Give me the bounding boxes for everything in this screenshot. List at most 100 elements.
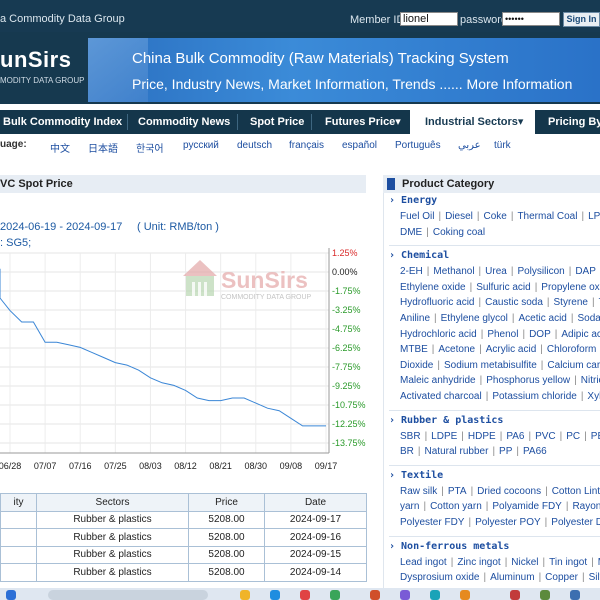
app-icon[interactable] [300, 590, 310, 600]
app-icon[interactable] [430, 590, 440, 600]
member-id-input[interactable] [400, 12, 458, 26]
category-item-link[interactable]: PA6 [506, 431, 524, 442]
category-item-link[interactable]: Coke [483, 211, 506, 222]
category-item-link[interactable]: PC [566, 431, 580, 442]
app-icon[interactable] [370, 590, 380, 600]
app-icon[interactable] [510, 590, 520, 600]
category-item-link[interactable]: Thermal Coal [517, 211, 577, 222]
category-item-link[interactable]: yarn [400, 501, 419, 512]
category-item-link[interactable]: Dysprosium oxide [400, 572, 479, 583]
category-title[interactable]: › Energy [389, 195, 437, 206]
app-icon[interactable] [570, 590, 580, 600]
lang-chinese[interactable]: 中文 [50, 140, 70, 155]
category-item-link[interactable]: Polyester DT [551, 517, 600, 528]
nav-futures-price[interactable]: Futures Price▾ [325, 110, 401, 134]
category-item-link[interactable]: Sulfuric acid [476, 282, 530, 293]
category-item-link[interactable]: Phosphorus yellow [486, 375, 570, 386]
category-item-link[interactable]: Sodium metabisulfite [444, 360, 537, 371]
category-item-link[interactable]: BR [400, 446, 414, 457]
category-item-link[interactable]: Dried cocoons [477, 486, 541, 497]
nav-spot-price[interactable]: Spot Price [250, 110, 304, 134]
category-item-link[interactable]: Phenol [487, 329, 518, 340]
category-item-link[interactable]: Diesel [445, 211, 473, 222]
category-item-link[interactable]: Styrene [554, 297, 588, 308]
category-item-link[interactable]: Acetone [438, 344, 475, 355]
password-input[interactable] [502, 12, 560, 26]
category-title[interactable]: › Rubber & plastics [389, 415, 503, 426]
category-item-link[interactable]: Propylene oxide [541, 282, 600, 293]
category-item-link[interactable]: PET [591, 431, 600, 442]
nav-pricing-by[interactable]: Pricing By [548, 110, 600, 134]
category-item-link[interactable]: Polyester POY [475, 517, 541, 528]
category-title[interactable]: › Textile [389, 470, 443, 481]
category-item-link[interactable]: SBR [400, 431, 421, 442]
browser-icon[interactable] [270, 590, 280, 600]
start-icon[interactable] [6, 590, 16, 600]
category-item-link[interactable]: PP [499, 446, 512, 457]
category-item-link[interactable]: Silve [589, 572, 600, 583]
nav-bulk-commodity-index[interactable]: Bulk Commodity Index [3, 110, 122, 134]
category-item-link[interactable]: 2-EH [400, 266, 423, 277]
lang-russian[interactable]: русский [183, 140, 219, 151]
category-item-link[interactable]: Coking coal [433, 227, 485, 238]
logo[interactable]: unSirs MODITY DATA GROUP [0, 42, 86, 98]
cell-commodity[interactable] [0, 563, 37, 582]
category-item-link[interactable]: Methanol [433, 266, 474, 277]
sign-in-button[interactable]: Sign In [563, 12, 600, 27]
category-item-link[interactable]: Ethylene glycol [441, 313, 508, 324]
category-item-link[interactable]: Xyle [587, 391, 600, 402]
category-item-link[interactable]: Polyamide FDY [492, 501, 561, 512]
lang-portuguese[interactable]: Português [395, 140, 441, 151]
app-icon[interactable] [460, 590, 470, 600]
banner[interactable]: China Bulk Commodity (Raw Materials) Tra… [88, 38, 600, 102]
category-item-link[interactable]: Adipic aci [561, 329, 600, 340]
category-item-link[interactable]: Cotton Lint [552, 486, 600, 497]
category-item-link[interactable]: Chloroform [547, 344, 596, 355]
category-item-link[interactable]: Tin ingot [549, 557, 587, 568]
cell-commodity[interactable] [0, 510, 37, 529]
category-item-link[interactable]: Lead ingot [400, 557, 447, 568]
category-item-link[interactable]: Dioxide [400, 360, 433, 371]
lang-german[interactable]: deutsch [237, 140, 272, 151]
file-explorer-icon[interactable] [240, 590, 250, 600]
category-item-link[interactable]: LPG [588, 211, 600, 222]
category-item-link[interactable]: Calcium carbi [547, 360, 600, 371]
category-item-link[interactable]: Aluminum [490, 572, 534, 583]
category-item-link[interactable]: DAP [575, 266, 596, 277]
category-item-link[interactable]: HDPE [468, 431, 496, 442]
category-item-link[interactable]: Rayon ya [572, 501, 600, 512]
category-item-link[interactable]: Potassium chloride [492, 391, 576, 402]
category-item-link[interactable]: Maleic anhydride [400, 375, 476, 386]
lang-japanese[interactable]: 日本語 [88, 140, 118, 155]
cell-commodity[interactable] [0, 545, 37, 564]
cell-commodity[interactable] [0, 528, 37, 547]
category-item-link[interactable]: Acrylic acid [486, 344, 537, 355]
app-icon[interactable] [540, 590, 550, 600]
category-item-link[interactable]: Raw silk [400, 486, 437, 497]
category-item-link[interactable]: Urea [485, 266, 507, 277]
category-item-link[interactable]: Fuel Oil [400, 211, 434, 222]
category-item-link[interactable]: PA66 [523, 446, 547, 457]
lang-arabic[interactable]: عربي [458, 140, 481, 151]
category-item-link[interactable]: Soda a [577, 313, 600, 324]
category-item-link[interactable]: Zinc ingot [457, 557, 500, 568]
taskbar-search-box[interactable] [48, 590, 208, 600]
category-item-link[interactable]: Hydrofluoric acid [400, 297, 474, 308]
category-item-link[interactable]: Aniline [400, 313, 430, 324]
category-item-link[interactable]: MTBE [400, 344, 428, 355]
category-item-link[interactable]: PVC [535, 431, 556, 442]
category-item-link[interactable]: Ethylene oxide [400, 282, 466, 293]
nav-commodity-news[interactable]: Commodity News [138, 110, 230, 134]
app-icon[interactable] [330, 590, 340, 600]
category-item-link[interactable]: Activated charcoal [400, 391, 482, 402]
category-item-link[interactable]: DOP [529, 329, 551, 340]
category-item-link[interactable]: Acetic acid [519, 313, 567, 324]
lang-turkish[interactable]: türk [494, 140, 511, 151]
category-item-link[interactable]: DME [400, 227, 422, 238]
category-item-link[interactable]: Caustic soda [485, 297, 543, 308]
category-item-link[interactable]: Nitric a [581, 375, 600, 386]
category-item-link[interactable]: LDPE [431, 431, 457, 442]
category-item-link[interactable]: Hydrochloric acid [400, 329, 477, 340]
app-icon[interactable] [400, 590, 410, 600]
lang-korean[interactable]: 한국어 [136, 140, 164, 155]
